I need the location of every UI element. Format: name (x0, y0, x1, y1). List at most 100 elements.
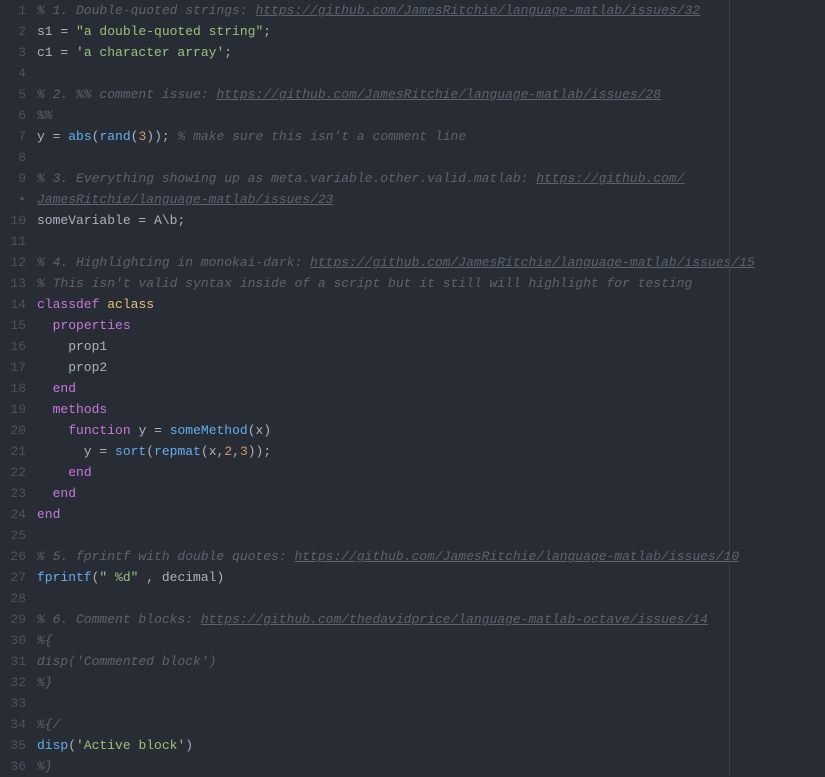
code-line[interactable]: %% (37, 105, 825, 126)
code-line[interactable]: s1 = "a double-quoted string"; (37, 21, 825, 42)
line-number: 24 (0, 504, 26, 525)
token-string: 'Active block' (76, 738, 185, 753)
code-line[interactable]: %{/ (37, 714, 825, 735)
code-line[interactable]: % This isn't valid syntax inside of a sc… (37, 273, 825, 294)
line-number: 4 (0, 63, 26, 84)
code-line[interactable]: disp('Active block') (37, 735, 825, 756)
line-number: 27 (0, 567, 26, 588)
line-number: 22 (0, 462, 26, 483)
code-line[interactable]: % 6. Comment blocks: https://github.com/… (37, 609, 825, 630)
code-line[interactable]: c1 = 'a character array'; (37, 42, 825, 63)
token-op: = (60, 24, 76, 39)
token-ident: someVariable (37, 213, 138, 228)
line-number: 12 (0, 252, 26, 273)
code-line[interactable]: end (37, 483, 825, 504)
token-op: )); (146, 129, 177, 144)
code-line[interactable]: % 1. Double-quoted strings: https://gith… (37, 0, 825, 21)
token-func: abs (68, 129, 91, 144)
token-comment: % 6. Comment blocks: (37, 612, 201, 627)
code-line[interactable]: y = abs(rand(3)); % make sure this isn't… (37, 126, 825, 147)
token-op: = (154, 423, 170, 438)
code-line[interactable]: classdef aclass (37, 294, 825, 315)
code-editor[interactable]: 123456789•101112131415161718192021222324… (0, 0, 825, 776)
line-number: 36 (0, 756, 26, 777)
token-ident (37, 465, 68, 480)
code-line[interactable]: end (37, 504, 825, 525)
token-url: https://github.com/ (536, 171, 684, 186)
token-ident (37, 402, 53, 417)
token-ident (37, 318, 53, 333)
token-op: ; (263, 24, 271, 39)
code-line[interactable] (37, 147, 825, 168)
code-line[interactable]: % 2. %% comment issue: https://github.co… (37, 84, 825, 105)
code-line[interactable]: % 3. Everything showing up as meta.varia… (37, 168, 825, 189)
code-line[interactable]: prop1 (37, 336, 825, 357)
token-ident (146, 423, 154, 438)
code-line[interactable] (37, 525, 825, 546)
token-keyword: function (68, 423, 130, 438)
token-string: "a double-quoted string" (76, 24, 263, 39)
token-url: https://github.com/JamesRitchie/language… (255, 3, 700, 18)
line-number: 29 (0, 609, 26, 630)
line-number: 13 (0, 273, 26, 294)
line-number: 21 (0, 441, 26, 462)
line-number: 7 (0, 126, 26, 147)
line-number: 16 (0, 336, 26, 357)
line-number: 1 (0, 0, 26, 21)
token-comment: %} (37, 759, 53, 774)
token-comment: % 1. Double-quoted strings: (37, 3, 255, 18)
token-ident: prop2 (37, 360, 107, 375)
code-line[interactable]: %{ (37, 630, 825, 651)
token-op: = (53, 129, 69, 144)
code-line[interactable]: JamesRitchie/language-matlab/issues/23 (37, 189, 825, 210)
code-line[interactable] (37, 588, 825, 609)
line-number: 20 (0, 420, 26, 441)
line-number: 19 (0, 399, 26, 420)
code-line[interactable] (37, 63, 825, 84)
token-comment: % 3. Everything showing up as meta.varia… (37, 171, 536, 186)
token-classname: aclass (107, 297, 154, 312)
token-op: ) (185, 738, 193, 753)
line-number: 8 (0, 147, 26, 168)
token-ident: y (37, 444, 99, 459)
token-keyword: end (68, 465, 91, 480)
line-number: 3 (0, 42, 26, 63)
line-number: 9 (0, 168, 26, 189)
token-comment: %{ (37, 633, 53, 648)
token-keyword: methods (53, 402, 108, 417)
token-op: )); (248, 444, 271, 459)
token-op: ( (201, 444, 209, 459)
code-line[interactable]: someVariable = A\b; (37, 210, 825, 231)
token-keyword: end (53, 381, 76, 396)
code-line[interactable]: disp('Commented block') (37, 651, 825, 672)
code-line[interactable]: fprintf(" %d" , decimal) (37, 567, 825, 588)
code-line[interactable]: % 4. Highlighting in monokai-dark: https… (37, 252, 825, 273)
token-ident: s1 (37, 24, 60, 39)
code-area[interactable]: % 1. Double-quoted strings: https://gith… (34, 0, 825, 776)
token-op: = (60, 45, 76, 60)
token-op: ) (216, 570, 224, 585)
code-line[interactable]: end (37, 378, 825, 399)
code-line[interactable]: prop2 (37, 357, 825, 378)
token-func: rand (99, 129, 130, 144)
code-line[interactable]: methods (37, 399, 825, 420)
code-line[interactable]: end (37, 462, 825, 483)
token-op: ( (68, 738, 76, 753)
line-number: 32 (0, 672, 26, 693)
code-line[interactable]: function y = someMethod(x) (37, 420, 825, 441)
code-line[interactable] (37, 693, 825, 714)
token-op: ; (177, 213, 185, 228)
code-line[interactable]: y = sort(repmat(x,2,3)); (37, 441, 825, 462)
code-line[interactable]: %} (37, 672, 825, 693)
token-func: fprintf (37, 570, 92, 585)
code-line[interactable]: properties (37, 315, 825, 336)
code-line[interactable] (37, 231, 825, 252)
token-string: 'a character array' (76, 45, 224, 60)
code-line[interactable]: % 5. fprintf with double quotes: https:/… (37, 546, 825, 567)
line-number: 11 (0, 231, 26, 252)
token-url: https://github.com/JamesRitchie/language… (310, 255, 755, 270)
line-number: 31 (0, 651, 26, 672)
code-line[interactable]: %} (37, 756, 825, 777)
token-comment: % 5. fprintf with double quotes: (37, 549, 294, 564)
line-number: 5 (0, 84, 26, 105)
